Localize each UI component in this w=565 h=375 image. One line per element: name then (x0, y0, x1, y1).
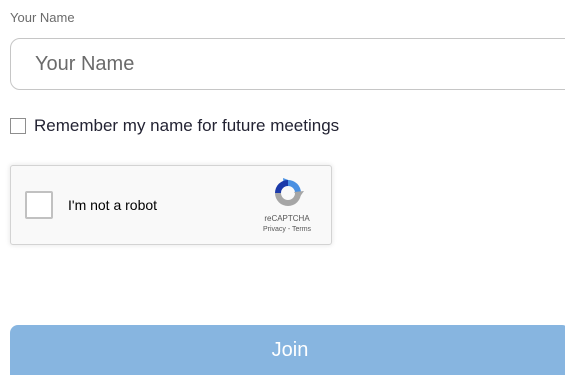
recaptcha-links: Privacy - Terms (251, 226, 323, 233)
recaptcha-logo-icon (275, 178, 304, 206)
recaptcha-terms-link[interactable]: Terms (292, 226, 311, 233)
remember-name-label[interactable]: Remember my name for future meetings (34, 116, 339, 136)
remember-name-checkbox[interactable] (10, 118, 26, 134)
name-field-label: Your Name (10, 10, 75, 25)
recaptcha-widget: I'm not a robot reCAPTCHA Privacy - Term… (10, 165, 332, 245)
recaptcha-checkbox[interactable] (25, 191, 53, 219)
remember-name-row[interactable]: Remember my name for future meetings (10, 116, 339, 136)
name-input[interactable] (10, 38, 565, 90)
join-button[interactable]: Join (10, 325, 565, 375)
recaptcha-privacy-link[interactable]: Privacy (263, 226, 286, 233)
join-meeting-form: Your Name Remember my name for future me… (0, 0, 565, 375)
recaptcha-brand: reCAPTCHA (264, 214, 310, 223)
recaptcha-label: I'm not a robot (68, 197, 158, 213)
